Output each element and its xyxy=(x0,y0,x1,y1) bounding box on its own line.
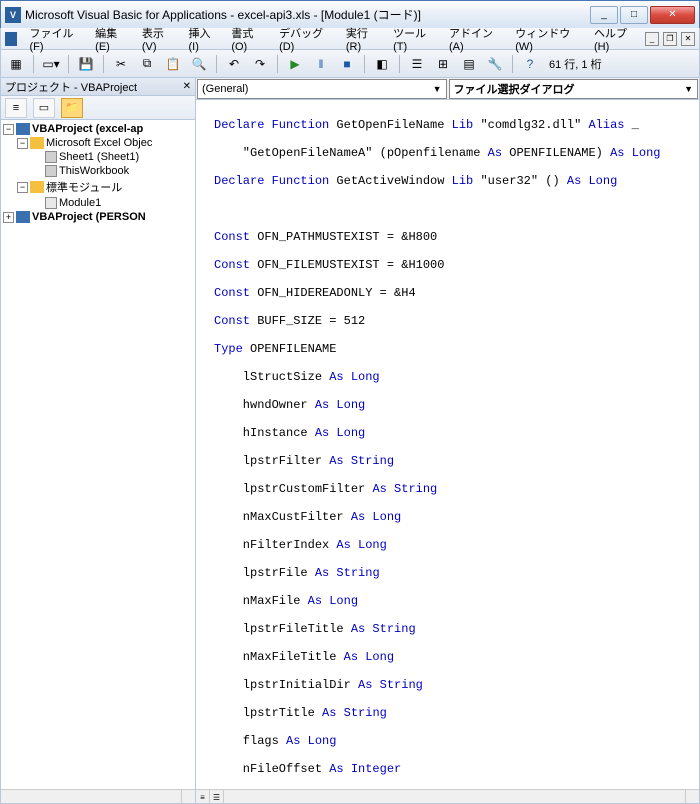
menu-debug[interactable]: デバッグ(D) xyxy=(273,23,338,55)
folder-icon xyxy=(30,137,44,149)
maximize-button[interactable]: □ xyxy=(620,6,648,24)
doc-restore-button[interactable]: ❐ xyxy=(663,32,677,46)
cursor-position: 61 行, 1 桁 xyxy=(549,56,602,72)
window-controls: _ □ ✕ xyxy=(590,6,695,24)
project-explorer-header: プロジェクト - VBAProject ✕ xyxy=(1,78,195,96)
menu-file[interactable]: ファイル(F) xyxy=(23,23,87,55)
dropdown-arrow-icon[interactable]: ▼ xyxy=(684,84,693,94)
code-pane: (General)▼ ファイル選択ダイアログ▼ Declare Function… xyxy=(196,78,699,803)
doc-min-button[interactable]: _ xyxy=(645,32,659,46)
project-explorer-toolbar: ≡ ▭ 📁 xyxy=(1,96,195,120)
reset-button[interactable]: ■ xyxy=(336,53,358,75)
tree-vbaproject2[interactable]: VBAProject (PERSON xyxy=(32,211,146,223)
help-button[interactable]: ? xyxy=(519,53,541,75)
expand-icon[interactable]: − xyxy=(17,138,28,149)
module-icon xyxy=(45,197,57,209)
main: プロジェクト - VBAProject ✕ ≡ ▭ 📁 −VBAProject … xyxy=(0,78,700,804)
project-icon xyxy=(16,211,30,223)
run-button[interactable]: ▶ xyxy=(284,53,306,75)
break-button[interactable]: ‖ xyxy=(310,53,332,75)
menu-insert[interactable]: 挿入(I) xyxy=(182,23,223,55)
menu-run[interactable]: 実行(R) xyxy=(340,23,385,55)
toggle-folders-button[interactable]: 📁 xyxy=(61,98,83,118)
workbook-icon xyxy=(45,165,57,177)
tree-excel-objects[interactable]: Microsoft Excel Objec xyxy=(46,137,152,149)
code-view-controls: ≡ ☰ xyxy=(196,789,699,803)
save-button[interactable]: 💾 xyxy=(75,53,97,75)
project-icon xyxy=(16,123,30,135)
full-module-view-button[interactable]: ☰ xyxy=(210,790,224,804)
properties-button[interactable]: ⊞ xyxy=(432,53,454,75)
project-explorer: プロジェクト - VBAProject ✕ ≡ ▭ 📁 −VBAProject … xyxy=(1,78,196,803)
sheet-icon xyxy=(45,151,57,163)
find-button[interactable]: 🔍 xyxy=(188,53,210,75)
view-excel-button[interactable]: ▦ xyxy=(5,53,27,75)
menu-format[interactable]: 書式(O) xyxy=(225,23,271,55)
tree-thisworkbook[interactable]: ThisWorkbook xyxy=(59,165,129,177)
menu-window[interactable]: ウィンドウ(W) xyxy=(509,23,586,55)
object-browser-button[interactable]: ▤ xyxy=(458,53,480,75)
doc-close-button[interactable]: ✕ xyxy=(681,32,695,46)
code-dropdowns: (General)▼ ファイル選択ダイアログ▼ xyxy=(196,78,699,100)
folder-icon xyxy=(30,181,44,193)
project-explorer-title: プロジェクト - VBAProject xyxy=(5,79,137,95)
app-icon: V xyxy=(5,7,21,23)
vba-icon xyxy=(5,32,17,46)
horizontal-scrollbar[interactable] xyxy=(224,790,685,803)
undo-button[interactable]: ↶ xyxy=(223,53,245,75)
window-title: Microsoft Visual Basic for Applications … xyxy=(25,6,590,23)
expand-icon[interactable]: − xyxy=(3,124,14,135)
menu-tools[interactable]: ツール(T) xyxy=(387,23,441,55)
object-dropdown[interactable]: (General)▼ xyxy=(197,79,447,99)
tree-sheet1[interactable]: Sheet1 (Sheet1) xyxy=(59,151,139,163)
menu-view[interactable]: 表示(V) xyxy=(136,23,181,55)
redo-button[interactable]: ↷ xyxy=(249,53,271,75)
close-button[interactable]: ✕ xyxy=(650,6,695,24)
copy-button[interactable]: ⧉ xyxy=(136,53,158,75)
paste-button[interactable]: 📋 xyxy=(162,53,184,75)
view-object-button[interactable]: ▭ xyxy=(33,98,55,118)
menu-addins[interactable]: アドイン(A) xyxy=(443,23,507,55)
procedure-dropdown[interactable]: ファイル選択ダイアログ▼ xyxy=(449,79,699,99)
doc-controls: _ ❐ ✕ xyxy=(645,32,695,46)
tree-module1[interactable]: Module1 xyxy=(59,197,101,209)
design-mode-button[interactable]: ◧ xyxy=(371,53,393,75)
cut-button[interactable]: ✂ xyxy=(110,53,132,75)
project-explorer-close-icon[interactable]: ✕ xyxy=(183,81,191,92)
tree-modules-folder[interactable]: 標準モジュール xyxy=(46,179,122,195)
insert-userform-button[interactable]: ▭▾ xyxy=(40,53,62,75)
project-tree[interactable]: −VBAProject (excel-ap −Microsoft Excel O… xyxy=(1,120,195,789)
menu-edit[interactable]: 編集(E) xyxy=(89,23,134,55)
expand-icon[interactable]: + xyxy=(3,212,14,223)
menu-help[interactable]: ヘルプ(H) xyxy=(588,23,643,55)
tree-vbaproject1[interactable]: VBAProject (excel-ap xyxy=(32,123,143,135)
menubar: ファイル(F) 編集(E) 表示(V) 挿入(I) 書式(O) デバッグ(D) … xyxy=(0,28,700,50)
dropdown-arrow-icon[interactable]: ▼ xyxy=(433,84,442,94)
expand-icon[interactable]: − xyxy=(17,182,28,193)
project-explorer-button[interactable]: ☰ xyxy=(406,53,428,75)
project-scrollbar[interactable] xyxy=(1,789,195,803)
toolbox-button[interactable]: 🔧 xyxy=(484,53,506,75)
procedure-view-button[interactable]: ≡ xyxy=(196,790,210,804)
minimize-button[interactable]: _ xyxy=(590,6,618,24)
code-editor[interactable]: Declare Function GetOpenFileName Lib "co… xyxy=(196,100,699,789)
view-code-button[interactable]: ≡ xyxy=(5,98,27,118)
